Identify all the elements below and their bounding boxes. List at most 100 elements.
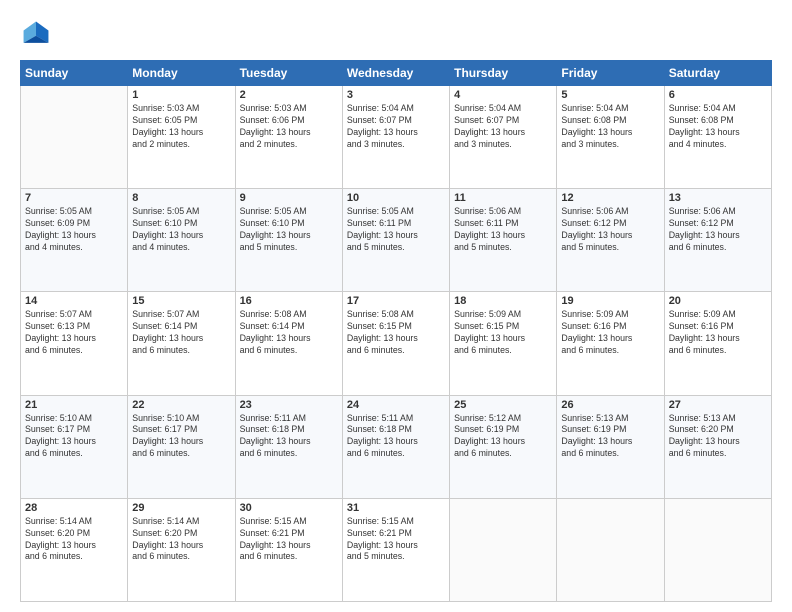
weekday-header-thursday: Thursday: [450, 61, 557, 86]
day-number: 29: [132, 502, 230, 514]
logo: [20, 18, 56, 50]
day-number: 12: [561, 192, 659, 204]
calendar-cell: 16 Sunrise: 5:08 AMSunset: 6:14 PMDayligh…: [235, 292, 342, 395]
calendar-week-row: 28 Sunrise: 5:14 AMSunset: 6:20 PMDayligh…: [21, 498, 772, 601]
calendar-cell: 31 Sunrise: 5:15 AMSunset: 6:21 PMDayligh…: [342, 498, 449, 601]
day-info: Sunrise: 5:09 AMSunset: 6:15 PMDaylight:…: [454, 309, 552, 357]
day-info: Sunrise: 5:09 AMSunset: 6:16 PMDaylight:…: [669, 309, 767, 357]
calendar-cell: 27 Sunrise: 5:13 AMSunset: 6:20 PMDayligh…: [664, 395, 771, 498]
calendar-cell: 1 Sunrise: 5:03 AMSunset: 6:05 PMDaylight…: [128, 86, 235, 189]
calendar-cell: [664, 498, 771, 601]
day-info: Sunrise: 5:03 AMSunset: 6:06 PMDaylight:…: [240, 103, 338, 151]
weekday-header-wednesday: Wednesday: [342, 61, 449, 86]
day-number: 13: [669, 192, 767, 204]
day-info: Sunrise: 5:07 AMSunset: 6:14 PMDaylight:…: [132, 309, 230, 357]
calendar-cell: 17 Sunrise: 5:08 AMSunset: 6:15 PMDayligh…: [342, 292, 449, 395]
calendar-cell: 19 Sunrise: 5:09 AMSunset: 6:16 PMDayligh…: [557, 292, 664, 395]
day-info: Sunrise: 5:15 AMSunset: 6:21 PMDaylight:…: [240, 516, 338, 564]
calendar-cell: 28 Sunrise: 5:14 AMSunset: 6:20 PMDayligh…: [21, 498, 128, 601]
day-number: 30: [240, 502, 338, 514]
calendar-cell: 15 Sunrise: 5:07 AMSunset: 6:14 PMDayligh…: [128, 292, 235, 395]
calendar-cell: 7 Sunrise: 5:05 AMSunset: 6:09 PMDaylight…: [21, 189, 128, 292]
logo-icon: [20, 18, 52, 50]
day-number: 24: [347, 399, 445, 411]
day-number: 11: [454, 192, 552, 204]
day-info: Sunrise: 5:13 AMSunset: 6:19 PMDaylight:…: [561, 413, 659, 461]
day-info: Sunrise: 5:14 AMSunset: 6:20 PMDaylight:…: [25, 516, 123, 564]
weekday-header-row: SundayMondayTuesdayWednesdayThursdayFrid…: [21, 61, 772, 86]
calendar-cell: 9 Sunrise: 5:05 AMSunset: 6:10 PMDaylight…: [235, 189, 342, 292]
day-number: 16: [240, 295, 338, 307]
day-info: Sunrise: 5:06 AMSunset: 6:11 PMDaylight:…: [454, 206, 552, 254]
calendar-cell: 6Sunrise: 5:04 AMSunset: 6:08 PMDaylight…: [664, 86, 771, 189]
day-number: 27: [669, 399, 767, 411]
day-number: 7: [25, 192, 123, 204]
day-info: Sunrise: 5:09 AMSunset: 6:16 PMDaylight:…: [561, 309, 659, 357]
page: SundayMondayTuesdayWednesdayThursdayFrid…: [0, 0, 792, 612]
calendar-cell: 3 Sunrise: 5:04 AMSunset: 6:07 PMDaylight…: [342, 86, 449, 189]
calendar-week-row: 7 Sunrise: 5:05 AMSunset: 6:09 PMDaylight…: [21, 189, 772, 292]
weekday-header-tuesday: Tuesday: [235, 61, 342, 86]
day-number: 20: [669, 295, 767, 307]
calendar-week-row: 1 Sunrise: 5:03 AMSunset: 6:05 PMDaylight…: [21, 86, 772, 189]
day-info: Sunrise: 5:04 AMSunset: 6:07 PMDaylight:…: [454, 103, 552, 151]
calendar-week-row: 14 Sunrise: 5:07 AMSunset: 6:13 PMDayligh…: [21, 292, 772, 395]
day-number: 4: [454, 89, 552, 101]
calendar-cell: 18 Sunrise: 5:09 AMSunset: 6:15 PMDayligh…: [450, 292, 557, 395]
calendar-cell: [450, 498, 557, 601]
day-number: 31: [347, 502, 445, 514]
day-number: 3: [347, 89, 445, 101]
weekday-header-monday: Monday: [128, 61, 235, 86]
calendar-cell: 13 Sunrise: 5:06 AMSunset: 6:12 PMDayligh…: [664, 189, 771, 292]
day-number: 1: [132, 89, 230, 101]
day-number: 22: [132, 399, 230, 411]
day-number: 19: [561, 295, 659, 307]
day-info: Sunrise: 5:04 AMSunset: 6:07 PMDaylight:…: [347, 103, 445, 151]
day-number: 8: [132, 192, 230, 204]
day-info: Sunrise: 5:07 AMSunset: 6:13 PMDaylight:…: [25, 309, 123, 357]
calendar-cell: 12 Sunrise: 5:06 AMSunset: 6:12 PMDayligh…: [557, 189, 664, 292]
calendar-cell: 30 Sunrise: 5:15 AMSunset: 6:21 PMDayligh…: [235, 498, 342, 601]
day-info: Sunrise: 5:05 AMSunset: 6:10 PMDaylight:…: [240, 206, 338, 254]
day-info: Sunrise: 5:06 AMSunset: 6:12 PMDaylight:…: [669, 206, 767, 254]
calendar-cell: 4 Sunrise: 5:04 AMSunset: 6:07 PMDaylight…: [450, 86, 557, 189]
day-info: Sunrise: 5:12 AMSunset: 6:19 PMDaylight:…: [454, 413, 552, 461]
calendar-cell: 5Sunrise: 5:04 AMSunset: 6:08 PMDaylight…: [557, 86, 664, 189]
day-info: Sunrise: 5:08 AMSunset: 6:14 PMDaylight:…: [240, 309, 338, 357]
day-number: 17: [347, 295, 445, 307]
header: [20, 18, 772, 50]
day-info: Sunrise: 5:15 AMSunset: 6:21 PMDaylight:…: [347, 516, 445, 564]
weekday-header-sunday: Sunday: [21, 61, 128, 86]
day-number: 28: [25, 502, 123, 514]
day-number: 10: [347, 192, 445, 204]
calendar-cell: 2Sunrise: 5:03 AMSunset: 6:06 PMDaylight…: [235, 86, 342, 189]
calendar-table: SundayMondayTuesdayWednesdayThursdayFrid…: [20, 60, 772, 602]
calendar-week-row: 21Sunrise: 5:10 AMSunset: 6:17 PMDayligh…: [21, 395, 772, 498]
calendar-cell: 21Sunrise: 5:10 AMSunset: 6:17 PMDayligh…: [21, 395, 128, 498]
calendar-cell: 24Sunrise: 5:11 AMSunset: 6:18 PMDayligh…: [342, 395, 449, 498]
day-info: Sunrise: 5:11 AMSunset: 6:18 PMDaylight:…: [240, 413, 338, 461]
day-info: Sunrise: 5:06 AMSunset: 6:12 PMDaylight:…: [561, 206, 659, 254]
day-number: 6: [669, 89, 767, 101]
day-info: Sunrise: 5:05 AMSunset: 6:09 PMDaylight:…: [25, 206, 123, 254]
calendar-cell: [21, 86, 128, 189]
weekday-header-friday: Friday: [557, 61, 664, 86]
day-info: Sunrise: 5:05 AMSunset: 6:10 PMDaylight:…: [132, 206, 230, 254]
day-number: 14: [25, 295, 123, 307]
day-number: 9: [240, 192, 338, 204]
day-number: 25: [454, 399, 552, 411]
calendar-cell: 22Sunrise: 5:10 AMSunset: 6:17 PMDayligh…: [128, 395, 235, 498]
day-info: Sunrise: 5:14 AMSunset: 6:20 PMDaylight:…: [132, 516, 230, 564]
day-info: Sunrise: 5:08 AMSunset: 6:15 PMDaylight:…: [347, 309, 445, 357]
day-info: Sunrise: 5:13 AMSunset: 6:20 PMDaylight:…: [669, 413, 767, 461]
day-number: 26: [561, 399, 659, 411]
calendar-cell: 25 Sunrise: 5:12 AMSunset: 6:19 PMDayligh…: [450, 395, 557, 498]
day-number: 18: [454, 295, 552, 307]
calendar-cell: 23Sunrise: 5:11 AMSunset: 6:18 PMDayligh…: [235, 395, 342, 498]
calendar-cell: 11 Sunrise: 5:06 AMSunset: 6:11 PMDayligh…: [450, 189, 557, 292]
day-number: 5: [561, 89, 659, 101]
calendar-cell: 29 Sunrise: 5:14 AMSunset: 6:20 PMDayligh…: [128, 498, 235, 601]
day-info: Sunrise: 5:03 AMSunset: 6:05 PMDaylight:…: [132, 103, 230, 151]
calendar-cell: [557, 498, 664, 601]
day-number: 15: [132, 295, 230, 307]
